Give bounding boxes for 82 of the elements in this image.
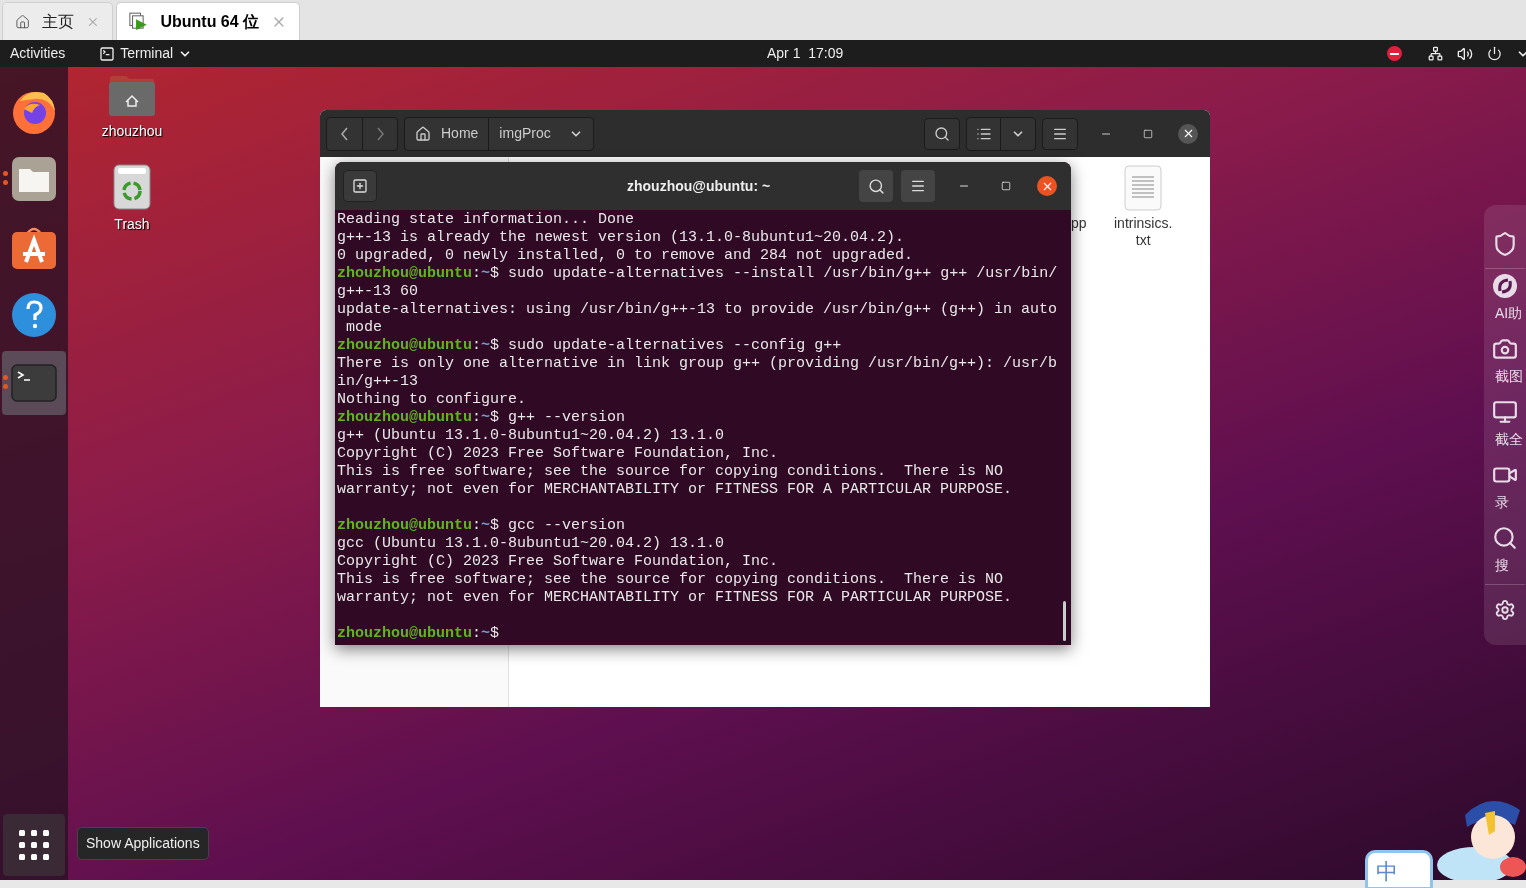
window-title: zhouzhou@ubuntu: ~ xyxy=(627,176,771,196)
terminal-output: update-alternatives: using /usr/bin/g++-13 to provide /usr/bin/g++ (g++) in auto xyxy=(337,301,1058,319)
terminal-output: g++ (Ubuntu 13.1.0-8ubuntu1~20.04.2) 13.1.0 xyxy=(337,427,725,445)
maximize-icon xyxy=(1143,128,1153,139)
camera-icon[interactable] xyxy=(1492,336,1518,362)
path-segment[interactable]: Home xyxy=(405,117,490,150)
clock[interactable]: Apr 1 17:09 xyxy=(767,43,844,64)
network-icon[interactable] xyxy=(1428,46,1443,61)
side-panel-label: 截全 xyxy=(1495,430,1523,449)
search-icon xyxy=(934,125,950,142)
files-icon xyxy=(12,157,56,201)
shield-icon[interactable] xyxy=(1492,230,1518,257)
swirl-icon[interactable] xyxy=(1492,273,1518,299)
new-tab-button[interactable] xyxy=(343,170,377,202)
menu-button[interactable] xyxy=(901,170,935,202)
terminal-prompt: zhouzhou@ubuntu:~$ sudo update-alternatives --config g++ xyxy=(337,337,842,355)
scrollbar[interactable] xyxy=(1063,601,1066,641)
new-tab-icon xyxy=(352,178,368,194)
settings-icon[interactable] xyxy=(1494,598,1516,621)
home-folder-icon xyxy=(108,75,156,117)
file-name[interactable]: pp xyxy=(1071,213,1087,234)
desktop-icon-label[interactable]: Trash xyxy=(114,214,150,235)
browser-tab[interactable]: 主页 xyxy=(2,2,113,40)
app-menu[interactable]: Terminal xyxy=(99,43,193,64)
activities-button[interactable]: Activities xyxy=(10,43,66,64)
terminal-icon xyxy=(11,364,57,402)
menu-icon xyxy=(910,178,926,194)
maximize-icon xyxy=(1001,181,1011,191)
terminal-output: g++-13 is already the newest version (13.1.0-8ubuntu1~20.04.2). xyxy=(337,229,905,247)
running-indicator xyxy=(3,375,8,389)
tab-title: 主页 xyxy=(42,11,75,32)
terminal-output: 0 upgraded, 0 newly installed, 0 to remove and 284 not upgraded. xyxy=(337,247,914,265)
power-icon[interactable] xyxy=(1487,46,1502,61)
terminal-output: There is only one alternative in link group g++ (providing /usr/bin/g++): /usr/b xyxy=(337,355,1058,373)
virtual-machine-icon xyxy=(129,10,149,33)
show-applications-button[interactable] xyxy=(3,814,65,876)
side-panel-label: 截图 xyxy=(1495,367,1523,386)
terminal-output: This is free software; see the source for copying conditions. There is NO xyxy=(337,463,1004,481)
terminal-prompt: zhouzhou@ubuntu:~$ xyxy=(337,625,500,643)
close-button[interactable] xyxy=(1178,123,1198,144)
terminal-output: Nothing to configure. xyxy=(337,391,527,409)
terminal-output: Copyright (C) 2023 Free Software Foundation, Inc. xyxy=(337,445,779,463)
close-button[interactable] xyxy=(1037,176,1057,196)
help-icon xyxy=(11,292,57,338)
terminal-output: Copyright (C) 2023 Free Software Foundation, Inc. xyxy=(337,553,779,571)
terminal-icon xyxy=(99,45,116,62)
search-icon[interactable] xyxy=(1492,525,1518,551)
terminal-output: gcc (Ubuntu 13.1.0-8ubuntu1~20.04.2) 13.1.0 xyxy=(337,535,725,553)
terminal-prompt: zhouzhou@ubuntu:~$ gcc --version xyxy=(337,517,626,535)
terminal-prompt: zhouzhou@ubuntu:~$ sudo update-alternatives --install /usr/bin/g++ g++ /usr/bin/ xyxy=(337,265,1058,283)
volume-icon[interactable] xyxy=(1457,45,1473,62)
terminal-output: in/g++-13 xyxy=(337,373,418,391)
browser-tab[interactable]: Ubuntu 64 位 xyxy=(116,2,300,40)
file-name[interactable]: intrinsics. txt xyxy=(1114,215,1173,249)
home-icon xyxy=(415,125,431,142)
do-not-disturb-icon[interactable] xyxy=(1387,46,1402,61)
running-indicator xyxy=(3,171,8,185)
back-icon xyxy=(341,126,348,141)
terminal-output: g++-13 60 xyxy=(337,283,418,301)
input-method-widget[interactable]: 中 xyxy=(1365,850,1433,888)
side-panel-label: AI助 xyxy=(1495,304,1523,323)
terminal-output: Reading state information... Done xyxy=(337,211,635,229)
desktop-icon-label[interactable]: zhouzhou xyxy=(101,121,163,142)
text-file-icon xyxy=(1124,165,1163,211)
menu-button[interactable] xyxy=(1042,117,1078,150)
side-panel-label: 搜 xyxy=(1495,556,1509,575)
tab-title: Ubuntu 64 位 xyxy=(160,11,260,32)
terminal-prompt: zhouzhou@ubuntu:~$ g++ --version xyxy=(337,409,626,427)
terminal-output: mode xyxy=(345,319,382,337)
monitor-icon[interactable] xyxy=(1492,399,1518,425)
forward-icon xyxy=(376,126,384,141)
tooltip: Show Applications xyxy=(77,827,209,860)
trash-icon xyxy=(113,164,151,210)
terminal-output: This is free software; see the source for copying conditions. There is NO xyxy=(337,571,1004,589)
search-icon xyxy=(867,177,885,195)
terminal-output: warranty; not even for MERCHANTABILITY or FITNESS FOR A PARTICULAR PURPOSE. xyxy=(337,589,1013,607)
search-button[interactable] xyxy=(924,117,960,150)
grid-icon xyxy=(18,829,50,861)
path-segment[interactable]: imgProc xyxy=(489,117,593,150)
side-panel-label: 录 xyxy=(1495,493,1509,512)
search-button[interactable] xyxy=(859,170,893,202)
terminal-output: warranty; not even for MERCHANTABILITY or FITNESS FOR A PARTICULAR PURPOSE. xyxy=(337,481,1013,499)
